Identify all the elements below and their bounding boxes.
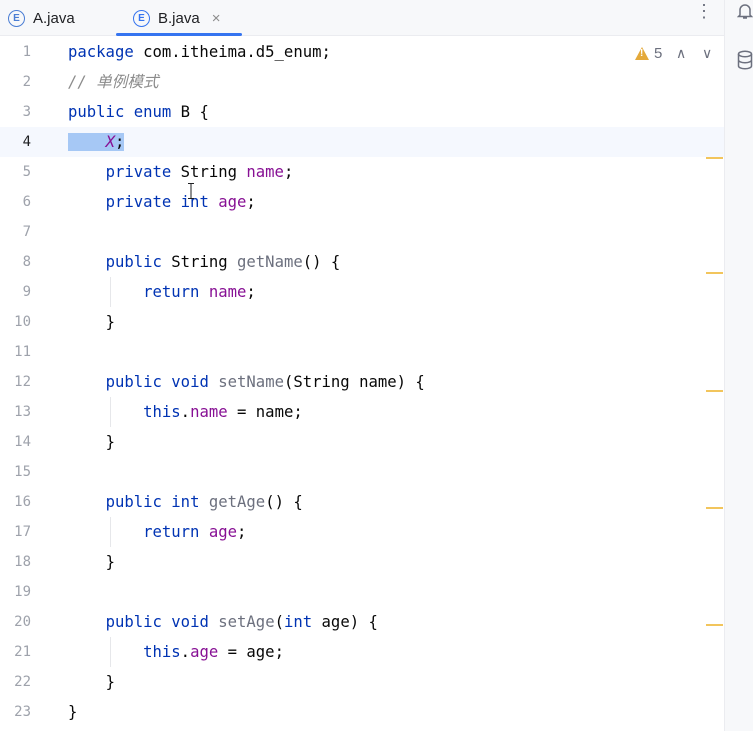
code-line: 12 public void setName(String name) { — [0, 367, 724, 397]
line-number: 6 — [22, 194, 31, 210]
inspection-widget[interactable]: 5 — [635, 45, 662, 62]
code-line: 8 public String getName() { — [0, 247, 724, 277]
code-editor[interactable]: 1 package com.itheima.d5_enum; 2 // 单例模式… — [0, 37, 724, 731]
line-number: 16 — [14, 494, 31, 510]
code-line: 23 } — [0, 697, 724, 727]
code-line: 1 package com.itheima.d5_enum; — [0, 37, 724, 67]
right-tool-strip — [724, 0, 753, 731]
next-highlight-icon[interactable]: ∨ — [702, 45, 712, 62]
code-line: 10 } — [0, 307, 724, 337]
code-line: 5 private String name; — [0, 157, 724, 187]
warning-marker[interactable] — [706, 272, 723, 274]
line-number: 5 — [22, 164, 31, 180]
code-line: 17 return age; — [0, 517, 724, 547]
code-line: 21 this.age = age; — [0, 637, 724, 667]
line-number: 4 — [22, 134, 31, 150]
line-number: 23 — [14, 704, 31, 720]
warning-icon — [635, 47, 649, 60]
line-number: 18 — [14, 554, 31, 570]
line-number: 19 — [14, 584, 31, 600]
code-line: 9 return name; — [0, 277, 724, 307]
tab-label: A.java — [33, 9, 75, 27]
code-line: 11 — [0, 337, 724, 367]
close-tab-icon[interactable]: × — [212, 10, 221, 27]
code-line: 16 public int getAge() { — [0, 487, 724, 517]
tab-label: B.java — [158, 9, 200, 27]
code-line: 6 private int age; — [0, 187, 724, 217]
previous-highlight-icon[interactable]: ∧ — [676, 45, 686, 62]
line-number: 22 — [14, 674, 31, 690]
indent-guide — [110, 637, 111, 667]
code-line: 15 — [0, 457, 724, 487]
current-code-line: 4 X; — [0, 127, 724, 157]
code-line: 7 — [0, 217, 724, 247]
line-number: 1 — [22, 44, 31, 60]
code-line: 3 public enum B { — [0, 97, 724, 127]
code-line: 14 } — [0, 427, 724, 457]
editor-tab-bar: E A.java E B.java × ⋮ — [0, 0, 724, 36]
line-number: 9 — [22, 284, 31, 300]
code-line: 13 this.name = name; — [0, 397, 724, 427]
line-number: 14 — [14, 434, 31, 450]
line-number: 15 — [14, 464, 31, 480]
indent-guide — [110, 517, 111, 547]
database-icon[interactable] — [737, 50, 753, 75]
warning-marker[interactable] — [706, 507, 723, 509]
line-number: 21 — [14, 644, 31, 660]
tab-b-java[interactable]: E B.java × — [133, 0, 220, 36]
warning-marker[interactable] — [706, 624, 723, 626]
text-selection: X; — [68, 133, 125, 151]
line-number: 13 — [14, 404, 31, 420]
line-number: 3 — [22, 104, 31, 120]
line-number: 20 — [14, 614, 31, 630]
line-number: 11 — [14, 344, 31, 360]
line-number: 17 — [14, 524, 31, 540]
line-number: 7 — [22, 224, 31, 240]
active-tab-indicator — [116, 33, 242, 36]
line-number: 12 — [14, 374, 31, 390]
enum-file-icon: E — [8, 9, 25, 27]
warning-marker[interactable] — [706, 157, 723, 159]
bell-icon[interactable] — [736, 2, 753, 25]
code-line: 20 public void setAge(int age) { — [0, 607, 724, 637]
code-line: 18 } — [0, 547, 724, 577]
tab-a-java[interactable]: E A.java — [8, 0, 75, 36]
mouse-ibeam-cursor-icon — [188, 183, 194, 199]
indent-guide — [110, 397, 111, 427]
line-number: 8 — [22, 254, 31, 270]
enum-file-icon: E — [133, 9, 150, 27]
indent-guide — [110, 277, 111, 307]
code-line: 19 — [0, 577, 724, 607]
line-number: 10 — [14, 314, 31, 330]
warning-marker[interactable] — [706, 390, 723, 392]
line-number: 2 — [22, 74, 31, 90]
code-line: 22 } — [0, 667, 724, 697]
warning-count: 5 — [654, 45, 663, 62]
code-line: 2 // 单例模式 — [0, 67, 724, 97]
more-actions-icon[interactable]: ⋮ — [695, 2, 713, 32]
